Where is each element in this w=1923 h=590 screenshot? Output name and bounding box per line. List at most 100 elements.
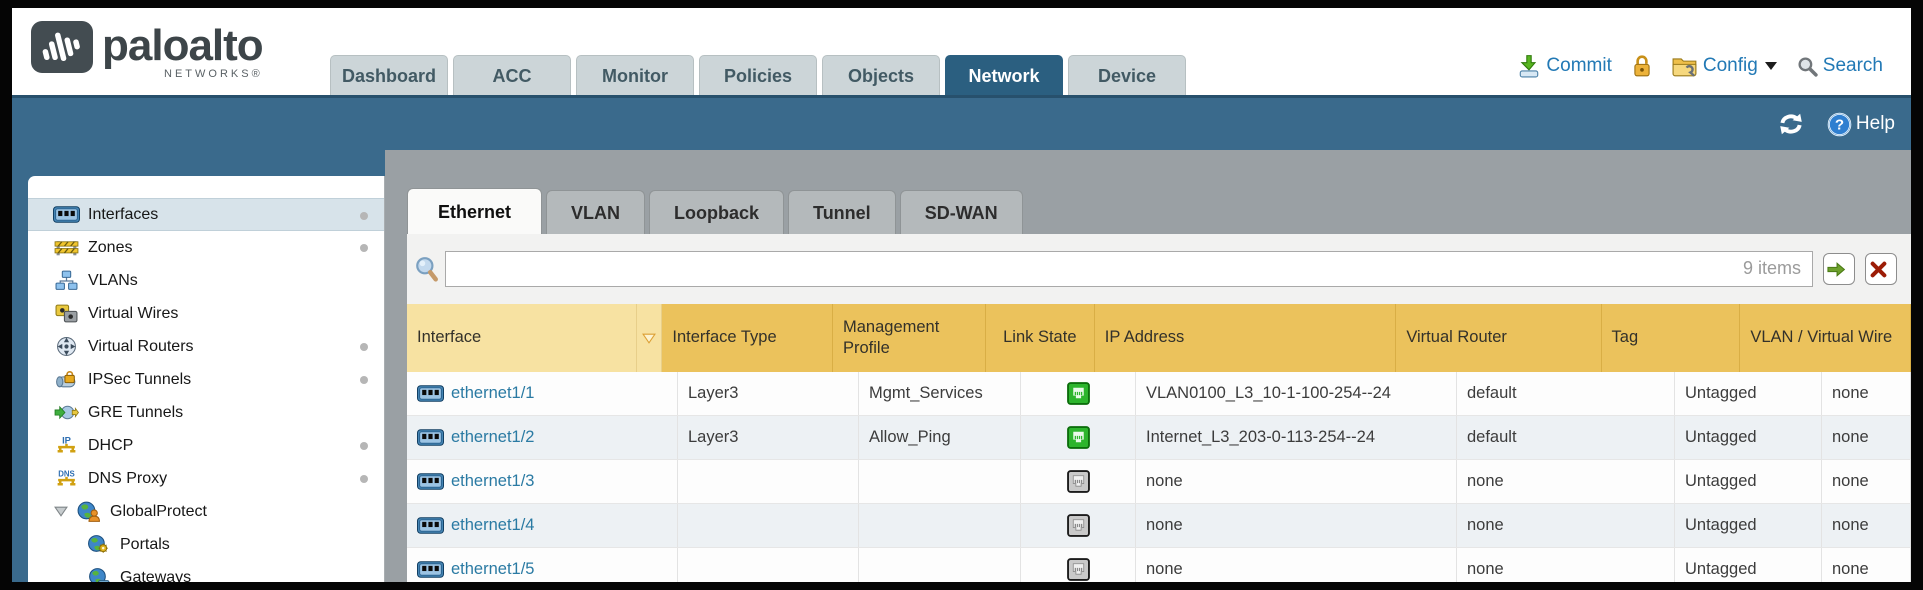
cell-value: none bbox=[1467, 560, 1504, 579]
network-sidebar: Interfaces Zones VLANs Virtual WiresVirtual… bbox=[28, 176, 385, 582]
interface-link[interactable]: ethernet1/4 bbox=[451, 516, 534, 535]
content-area: InterfacesZonesVLANsVirtual WiresVirtual… bbox=[12, 150, 1911, 582]
table-row-ethernet1-2[interactable]: ethernet1/2Layer3Allow_PingInternet_L3_2… bbox=[407, 416, 1911, 460]
vlan-wire-cell: none bbox=[1822, 416, 1911, 459]
nav-tab-objects[interactable]: Objects bbox=[822, 55, 940, 95]
ip-address-cell: VLAN0100_L3_10-1-100-254--24 bbox=[1136, 372, 1457, 415]
virtual-wires-icon bbox=[52, 304, 80, 323]
tab-vlan[interactable]: VLAN bbox=[546, 190, 645, 234]
sidebar-item-ipsec-tunnels[interactable]: IPSec Tunnels bbox=[28, 363, 384, 396]
sidebar-item-virtual-routers[interactable]: Virtual Routers bbox=[28, 330, 384, 363]
column-header-virtual-router[interactable]: Virtual Router bbox=[1396, 304, 1601, 372]
clear-filter-button[interactable] bbox=[1865, 253, 1897, 285]
sidebar-item-dns-proxy[interactable]: DNSDNS Proxy bbox=[28, 462, 384, 495]
column-header-interface-type[interactable]: Interface Type bbox=[662, 304, 833, 372]
search-button[interactable]: Search bbox=[1797, 55, 1883, 77]
table-row-ethernet1-4[interactable]: ethernet1/4nonenoneUntaggednone bbox=[407, 504, 1911, 548]
nav-tab-device[interactable]: Device bbox=[1068, 55, 1186, 95]
column-label: Link State bbox=[1003, 327, 1076, 348]
column-header-tag[interactable]: Tag bbox=[1602, 304, 1741, 372]
config-label: Config bbox=[1703, 55, 1758, 77]
interface-link[interactable]: ethernet1/5 bbox=[451, 560, 534, 579]
interface-type-cell bbox=[678, 504, 859, 547]
interface-link[interactable]: ethernet1/1 bbox=[451, 384, 534, 403]
sidebar-item-dhcp[interactable]: IP DHCP bbox=[28, 429, 384, 462]
tag-cell: Untagged bbox=[1675, 548, 1822, 582]
cell-value: none bbox=[1832, 472, 1869, 491]
panos-app-window: paloalto NETWORKS® DashboardACCMonitorPo… bbox=[12, 8, 1911, 582]
cell-value: none bbox=[1146, 516, 1183, 535]
svg-text:?: ? bbox=[1835, 116, 1844, 133]
cell-value: none bbox=[1832, 428, 1869, 447]
sidebar-item-zones[interactable]: Zones bbox=[28, 231, 384, 264]
tab-loopback[interactable]: Loopback bbox=[649, 190, 784, 234]
refresh-icon[interactable] bbox=[1777, 113, 1805, 135]
sidebar-item-label: Interfaces bbox=[88, 206, 158, 224]
table-row-ethernet1-3[interactable]: ethernet1/3nonenoneUntaggednone bbox=[407, 460, 1911, 504]
sidebar-item-label: VLANs bbox=[88, 272, 138, 290]
link-down-icon bbox=[1067, 470, 1090, 493]
column-header-interface[interactable]: Interface bbox=[407, 304, 637, 372]
nav-tab-dashboard[interactable]: Dashboard bbox=[330, 55, 448, 95]
sidebar-item-gateways[interactable]: Gateways bbox=[28, 561, 384, 582]
sidebar-item-portals[interactable]: Portals bbox=[28, 528, 384, 561]
filter-input[interactable] bbox=[445, 251, 1813, 287]
tab-tunnel[interactable]: Tunnel bbox=[788, 190, 896, 234]
interface-cell: ethernet1/3 bbox=[407, 460, 678, 503]
apply-filter-button[interactable] bbox=[1823, 253, 1855, 285]
cell-value: Mgmt_Services bbox=[869, 384, 983, 403]
filter-input-wrap: 9 items bbox=[445, 251, 1813, 287]
table-header-row: Interface Interface TypeManagement Profil… bbox=[407, 304, 1911, 372]
sidebar-item-label: Portals bbox=[120, 536, 170, 554]
cell-value: Allow_Ping bbox=[869, 428, 951, 447]
column-header-ip-address[interactable]: IP Address bbox=[1095, 304, 1397, 372]
column-label: Virtual Router bbox=[1406, 327, 1507, 348]
svg-text:IP: IP bbox=[62, 435, 71, 445]
help-button[interactable]: ? Help bbox=[1827, 112, 1895, 137]
filter-toolbar: 9 items bbox=[407, 234, 1911, 304]
commit-icon bbox=[1517, 54, 1541, 78]
config-menu-button[interactable]: Config bbox=[1672, 55, 1777, 77]
column-header-link-state[interactable]: Link State bbox=[986, 304, 1095, 372]
sidebar-item-gre-tunnels[interactable]: GRE Tunnels bbox=[28, 396, 384, 429]
tag-cell: Untagged bbox=[1675, 460, 1822, 503]
ip-address-cell: none bbox=[1136, 460, 1457, 503]
interface-link[interactable]: ethernet1/2 bbox=[451, 428, 534, 447]
interface-type-cell: Layer3 bbox=[678, 372, 859, 415]
nav-tab-acc[interactable]: ACC bbox=[453, 55, 571, 95]
sidebar-item-globalprotect[interactable]: GlobalProtect bbox=[28, 495, 384, 528]
tab-sd-wan[interactable]: SD-WAN bbox=[900, 190, 1023, 234]
item-dot bbox=[360, 475, 368, 483]
tag-cell: Untagged bbox=[1675, 504, 1822, 547]
virtual-router-cell: none bbox=[1457, 504, 1675, 547]
tag-cell: Untagged bbox=[1675, 416, 1822, 459]
cell-value: none bbox=[1832, 384, 1869, 403]
management-profile-cell: Mgmt_Services bbox=[859, 372, 1021, 415]
commit-button[interactable]: Commit bbox=[1517, 54, 1611, 78]
green-arrow-icon bbox=[1826, 262, 1846, 277]
ip-address-cell: none bbox=[1136, 504, 1457, 547]
interface-type-cell bbox=[678, 460, 859, 503]
interface-link[interactable]: ethernet1/3 bbox=[451, 472, 534, 491]
sidebar-item-vlans[interactable]: VLANs bbox=[28, 264, 384, 297]
table-row-ethernet1-1[interactable]: ethernet1/1 Layer3 Mgmt_Services VLAN0100_L… bbox=[407, 372, 1911, 416]
sidebar-item-label: DHCP bbox=[88, 437, 133, 455]
vlan-wire-cell: none bbox=[1822, 548, 1911, 582]
column-header-management-profile[interactable]: Management Profile bbox=[833, 304, 986, 372]
nav-tab-policies[interactable]: Policies bbox=[699, 55, 817, 95]
sidebar-item-interfaces[interactable]: Interfaces bbox=[28, 198, 384, 231]
sort-dropdown-button[interactable] bbox=[637, 304, 663, 372]
nav-tab-network[interactable]: Network bbox=[945, 55, 1063, 95]
nav-tab-monitor[interactable]: Monitor bbox=[576, 55, 694, 95]
item-dot bbox=[360, 376, 368, 384]
interface-cell: ethernet1/4 bbox=[407, 504, 678, 547]
table-row-ethernet1-5[interactable]: ethernet1/5nonenoneUntaggednone bbox=[407, 548, 1911, 582]
tab-ethernet[interactable]: Ethernet bbox=[407, 188, 542, 234]
item-dot bbox=[360, 442, 368, 450]
lock-icon[interactable] bbox=[1632, 54, 1652, 78]
column-header-vlan-virtual-wire[interactable]: VLAN / Virtual Wire bbox=[1740, 304, 1911, 372]
help-icon: ? bbox=[1827, 112, 1852, 137]
vlan-wire-cell: none bbox=[1822, 504, 1911, 547]
paloalto-logo-icon bbox=[30, 18, 96, 76]
sidebar-item-virtual-wires[interactable]: Virtual Wires bbox=[28, 297, 384, 330]
